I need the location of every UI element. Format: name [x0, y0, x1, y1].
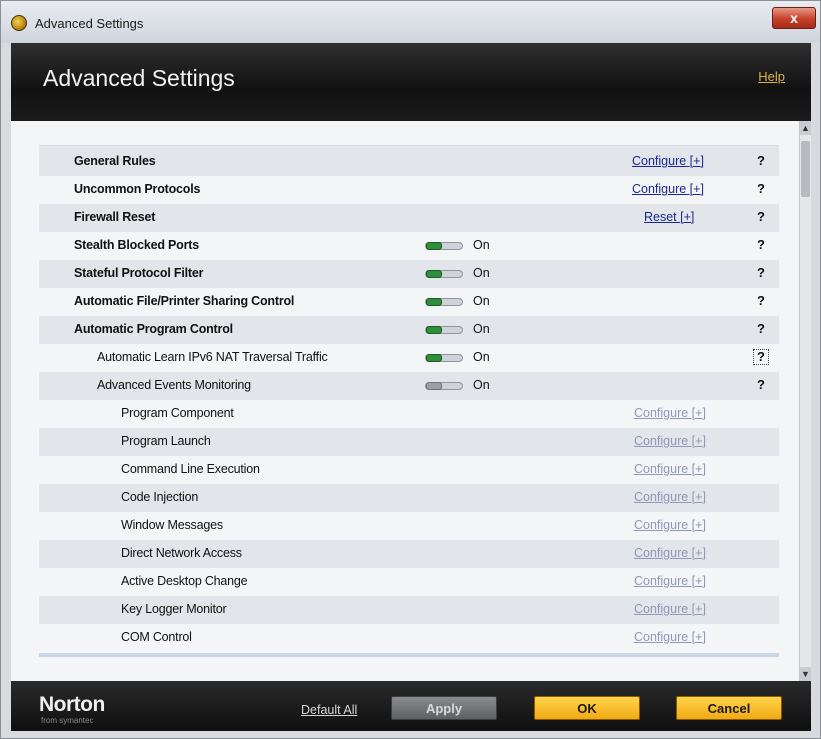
toggle-knob — [426, 382, 442, 390]
setting-label: Stateful Protocol Filter — [74, 266, 204, 280]
norton-logo-subtitle: from symantec — [41, 716, 94, 725]
help-question-icon[interactable]: ? — [753, 209, 769, 225]
close-button[interactable]: x — [772, 7, 816, 29]
setting-label: Stealth Blocked Ports — [74, 238, 199, 252]
toggle-knob — [426, 270, 442, 278]
settings-row: Command Line Execution Configure [+] — [39, 456, 779, 484]
configure-link: Configure [+] — [634, 630, 706, 644]
setting-label: Direct Network Access — [121, 546, 242, 560]
help-question-icon[interactable]: ? — [753, 293, 769, 309]
toggle-switch[interactable] — [425, 298, 463, 306]
ok-button[interactable]: OK — [534, 696, 640, 720]
cancel-button[interactable]: Cancel — [676, 696, 782, 720]
toggle-state-text: On — [473, 266, 490, 280]
setting-label: Automatic Program Control — [74, 322, 233, 336]
settings-row: COM Control Configure [+] — [39, 624, 779, 652]
page-title: Advanced Settings — [43, 65, 235, 91]
norton-app-icon — [11, 15, 27, 31]
norton-logo: Norton — [39, 693, 105, 716]
settings-list: General Rules Configure [+]? Uncommon Prot… — [11, 121, 799, 681]
settings-row: Stateful Protocol Filter On? — [39, 260, 779, 288]
window-title: Advanced Settings — [35, 16, 144, 31]
footer-bar: Norton from symantec Default All Apply O… — [11, 681, 811, 731]
settings-row: Active Desktop Change Configure [+] — [39, 568, 779, 596]
configure-link: Configure [+] — [634, 518, 706, 532]
toggle-state-text: On — [473, 378, 490, 392]
toggle-switch[interactable] — [425, 354, 463, 362]
configure-link: Configure [+] — [634, 462, 706, 476]
setting-label: Automatic Learn IPv6 NAT Traversal Traff… — [97, 350, 328, 364]
configure-link[interactable]: Configure [+] — [632, 154, 704, 168]
configure-link[interactable]: Configure [+] — [632, 182, 704, 196]
advanced-settings-window: Advanced Settings x Advanced Settings He… — [0, 0, 821, 739]
setting-label: Advanced Events Monitoring — [97, 378, 251, 392]
settings-row: Advanced Events Monitoring On? — [39, 372, 779, 400]
settings-row: Window Messages Configure [+] — [39, 512, 779, 540]
settings-row: Firewall Reset Reset [+]? — [39, 204, 779, 232]
setting-label: Code Injection — [121, 490, 199, 504]
help-question-icon[interactable]: ? — [753, 153, 769, 169]
setting-label: Program Component — [121, 406, 234, 420]
configure-link: Configure [+] — [634, 546, 706, 560]
settings-row: Program Component Configure [+] — [39, 400, 779, 428]
setting-label: Automatic File/Printer Sharing Control — [74, 294, 295, 308]
configure-link: Configure [+] — [634, 602, 706, 616]
setting-label: Uncommon Protocols — [74, 182, 201, 196]
setting-label: Firewall Reset — [74, 210, 156, 224]
title-bar[interactable]: Advanced Settings x — [1, 1, 820, 43]
toggle-knob — [426, 354, 442, 362]
settings-row: Key Logger Monitor Configure [+] — [39, 596, 779, 624]
list-bottom-band — [39, 653, 779, 657]
toggle-state-text: On — [473, 350, 490, 364]
toggle-switch[interactable] — [425, 382, 463, 390]
page-header: Advanced Settings Help — [11, 43, 811, 121]
settings-row: Code Injection Configure [+] — [39, 484, 779, 512]
default-all-link[interactable]: Default All — [301, 703, 357, 717]
settings-row: Automatic File/Printer Sharing Control On… — [39, 288, 779, 316]
configure-link: Configure [+] — [634, 406, 706, 420]
settings-row: Automatic Learn IPv6 NAT Traversal Traff… — [39, 344, 779, 372]
settings-row: Uncommon Protocols Configure [+]? — [39, 176, 779, 204]
help-question-icon[interactable]: ? — [753, 181, 769, 197]
setting-label: Key Logger Monitor — [121, 602, 227, 616]
reset-link[interactable]: Reset [+] — [644, 210, 694, 224]
configure-link: Configure [+] — [634, 434, 706, 448]
scroll-down-icon[interactable]: ▼ — [800, 667, 811, 681]
toggle-state-text: On — [473, 294, 490, 308]
settings-row: Program Launch Configure [+] — [39, 428, 779, 456]
toggle-knob — [426, 298, 442, 306]
help-question-icon[interactable]: ? — [753, 377, 769, 393]
toggle-switch[interactable] — [425, 270, 463, 278]
settings-row: Stealth Blocked Ports On? — [39, 232, 779, 260]
setting-label: Command Line Execution — [121, 462, 260, 476]
apply-button[interactable]: Apply — [391, 696, 497, 720]
toggle-state-text: On — [473, 238, 490, 252]
help-link[interactable]: Help — [758, 69, 785, 84]
toggle-state-text: On — [473, 322, 490, 336]
configure-link: Configure [+] — [634, 490, 706, 504]
setting-label: COM Control — [121, 630, 192, 644]
scrollbar-thumb[interactable] — [801, 141, 810, 197]
toggle-knob — [426, 242, 442, 250]
help-question-icon[interactable]: ? — [753, 349, 769, 365]
vertical-scrollbar[interactable]: ▲ ▼ — [799, 121, 811, 681]
settings-row: General Rules Configure [+]? — [39, 148, 779, 176]
toggle-knob — [426, 326, 442, 334]
help-question-icon[interactable]: ? — [753, 237, 769, 253]
toggle-switch[interactable] — [425, 242, 463, 250]
help-question-icon[interactable]: ? — [753, 265, 769, 281]
help-question-icon[interactable]: ? — [753, 321, 769, 337]
settings-row: Automatic Program Control On? — [39, 316, 779, 344]
settings-row: Direct Network Access Configure [+] — [39, 540, 779, 568]
scroll-up-icon[interactable]: ▲ — [800, 121, 811, 135]
setting-label: Active Desktop Change — [121, 574, 248, 588]
setting-label: Window Messages — [121, 518, 223, 532]
configure-link: Configure [+] — [634, 574, 706, 588]
toggle-switch[interactable] — [425, 326, 463, 334]
setting-label: General Rules — [74, 154, 156, 168]
setting-label: Program Launch — [121, 434, 211, 448]
